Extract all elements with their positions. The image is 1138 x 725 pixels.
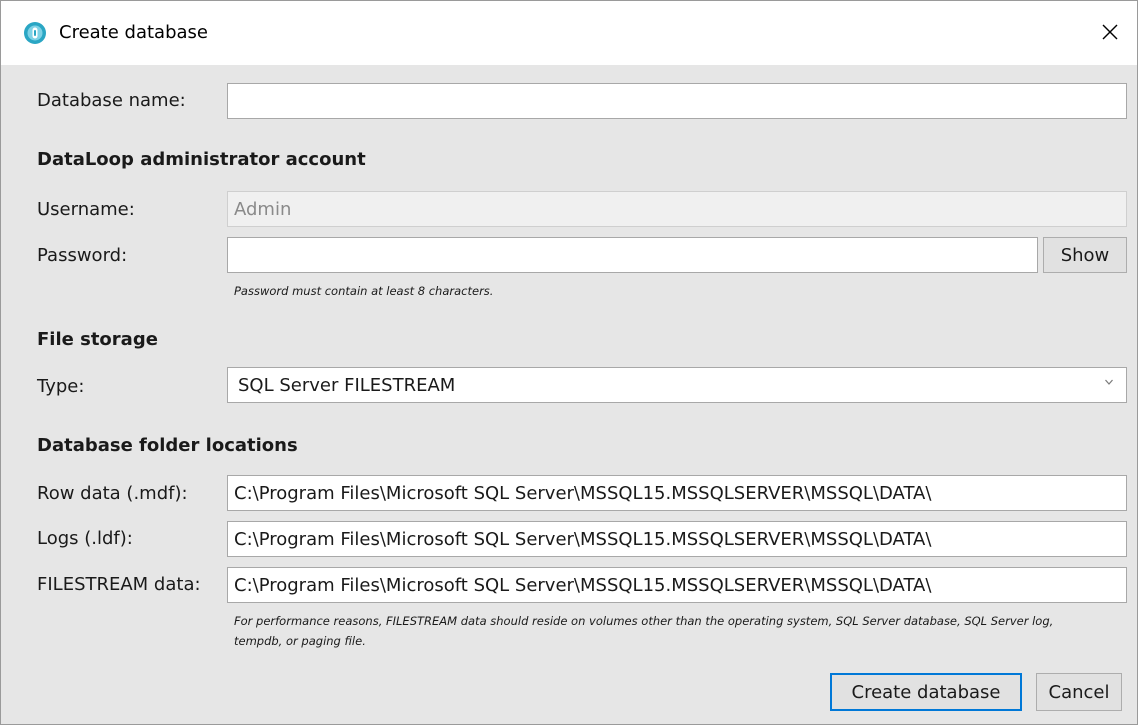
password-input[interactable] — [227, 237, 1038, 273]
create-database-button[interactable]: Create database — [830, 673, 1022, 711]
row-data-label: Row data (.mdf): — [37, 483, 188, 504]
admin-account-heading: DataLoop administrator account — [37, 149, 366, 170]
password-hint: Password must contain at least 8 charact… — [234, 284, 494, 298]
filestream-label: FILESTREAM data: — [37, 574, 201, 595]
title-bar[interactable]: Create database — [1, 1, 1137, 65]
row-data-input[interactable] — [227, 475, 1127, 511]
username-input — [227, 191, 1127, 227]
file-storage-heading: File storage — [37, 329, 158, 350]
storage-type-select[interactable]: SQL Server FILESTREAM — [227, 367, 1127, 403]
folder-locations-heading: Database folder locations — [37, 435, 298, 456]
database-name-label: Database name: — [37, 90, 186, 111]
close-icon — [1102, 24, 1118, 40]
database-name-input[interactable] — [227, 83, 1127, 119]
logs-input[interactable] — [227, 521, 1127, 557]
create-database-dialog: Create database Database name: DataLoop … — [0, 0, 1138, 725]
username-label: Username: — [37, 199, 135, 220]
close-button[interactable] — [1093, 15, 1127, 49]
filestream-hint: For performance reasons, FILESTREAM data… — [234, 614, 1054, 648]
type-label: Type: — [37, 376, 85, 397]
show-password-button[interactable]: Show — [1043, 237, 1127, 273]
password-label: Password: — [37, 245, 128, 266]
filestream-input[interactable] — [227, 567, 1127, 603]
storage-type-value: SQL Server FILESTREAM — [238, 375, 456, 396]
dataloop-icon — [24, 22, 46, 44]
dialog-content: Database name: DataLoop administrator ac… — [1, 65, 1137, 724]
logs-label: Logs (.ldf): — [37, 528, 133, 549]
chevron-down-icon — [1105, 379, 1113, 385]
cancel-button[interactable]: Cancel — [1036, 673, 1122, 711]
window-title: Create database — [59, 22, 208, 43]
